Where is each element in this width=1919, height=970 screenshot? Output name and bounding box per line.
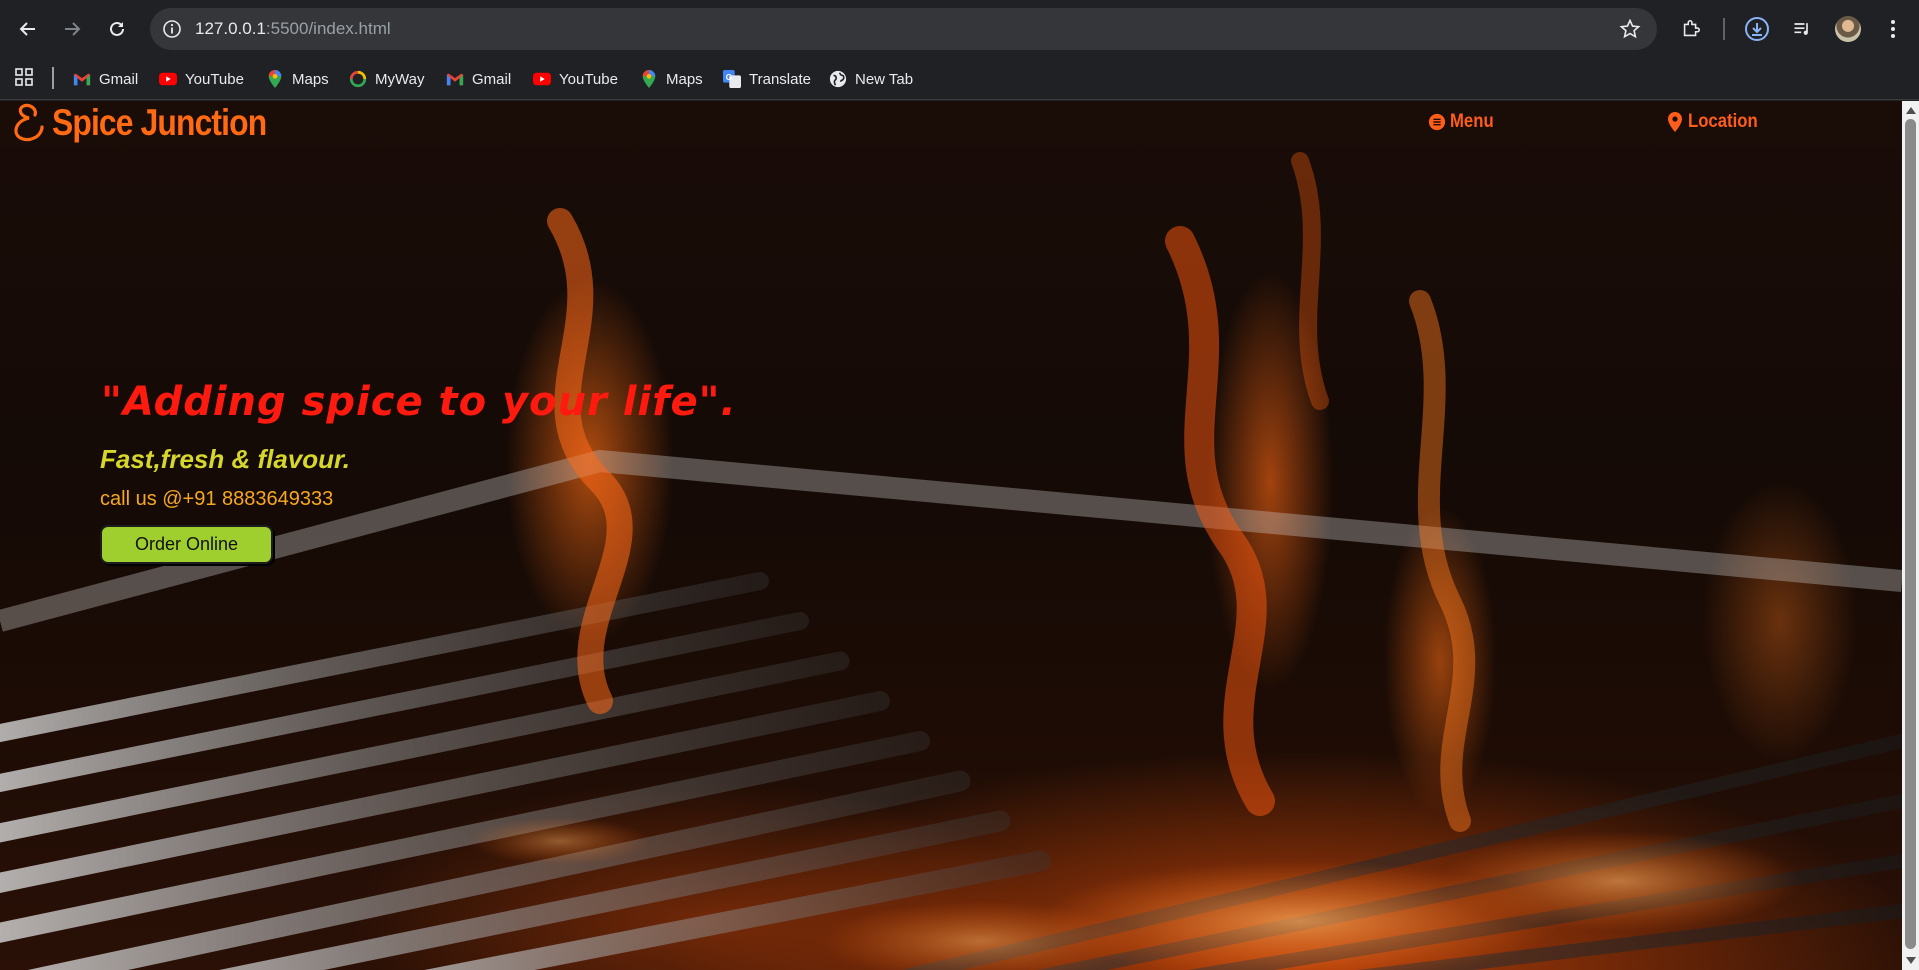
bookmark-label: YouTube (185, 70, 244, 88)
logo-mark-icon (14, 103, 44, 142)
back-button[interactable] (12, 13, 44, 45)
bookmark-youtube-2[interactable]: YouTube (533, 66, 618, 92)
bookmark-myway[interactable]: MyWay (349, 66, 424, 92)
browser-menu-button[interactable] (1880, 16, 1906, 42)
bookmark-gmail[interactable]: Gmail (73, 66, 138, 92)
forward-button[interactable] (56, 13, 88, 45)
extensions-button[interactable] (1678, 16, 1704, 42)
location-pin-icon (1668, 112, 1682, 132)
nav-location-link[interactable]: Location (1666, 111, 1767, 133)
maps-icon (642, 70, 656, 88)
globe-icon (829, 70, 847, 88)
bookmark-youtube[interactable]: YouTube (159, 66, 244, 92)
hero-section: Spice Junction Menu Location "Adding spi… (0, 101, 1902, 970)
scroll-up-arrow-icon[interactable] (1906, 107, 1916, 114)
bookmark-label: New Tab (855, 70, 914, 88)
brand-name: Spice Junction (52, 102, 267, 143)
apps-grid-icon[interactable] (14, 67, 34, 87)
url-host: 127.0.0.1 (195, 19, 266, 38)
phone-contact: call us @+91 8883649333 (100, 488, 334, 510)
media-control-button[interactable] (1789, 16, 1815, 42)
bookmark-label: YouTube (559, 70, 618, 88)
bookmark-gmail-2[interactable]: Gmail (446, 66, 511, 92)
hero-subtagline: Fast,fresh & flavour. (100, 444, 350, 474)
address-bar[interactable]: 127.0.0.1:5500/index.html (150, 8, 1657, 50)
bookmark-label: Translate (749, 70, 811, 88)
bookmarks-bar: Gmail YouTube Maps MyWay Gmail YouTube M… (0, 58, 1919, 100)
svg-text:G: G (726, 73, 732, 82)
menu-list-icon (1428, 113, 1446, 131)
gmail-icon (446, 73, 464, 86)
page-scrollbar[interactable] (1902, 101, 1919, 970)
puzzle-icon (1683, 19, 1701, 37)
order-online-button[interactable]: Order Online (100, 525, 273, 564)
maps-icon (268, 70, 282, 88)
nav-location-label: Location (1688, 111, 1758, 132)
downloads-button[interactable] (1744, 16, 1770, 42)
bookmark-maps[interactable]: Maps (266, 66, 329, 92)
hero-tagline: "Adding spice to your life". (101, 379, 737, 425)
youtube-icon (159, 72, 177, 86)
bookmark-star-icon[interactable] (1619, 18, 1641, 40)
url-path: :5500/index.html (265, 19, 391, 38)
kebab-menu-icon (1891, 20, 1895, 38)
scrollbar-thumb[interactable] (1905, 119, 1916, 949)
gmail-icon (73, 73, 91, 86)
nav-menu-label: Menu (1450, 111, 1494, 132)
nav-menu-link[interactable]: Menu (1428, 111, 1500, 133)
myway-icon (349, 70, 367, 88)
bookmarks-divider (52, 67, 54, 89)
bookmark-label: MyWay (375, 70, 425, 88)
grill-background-image (0, 152, 1902, 970)
bookmark-label: Gmail (472, 70, 512, 88)
youtube-icon (533, 72, 551, 86)
arrow-left-icon (19, 22, 35, 36)
reload-icon (110, 21, 124, 36)
bookmark-new-tab[interactable]: New Tab (829, 66, 913, 92)
bookmark-label: Maps (666, 70, 703, 88)
profile-avatar[interactable] (1835, 16, 1861, 42)
site-logo[interactable]: Spice Junction (8, 101, 301, 145)
url-text[interactable]: 127.0.0.1:5500/index.html (195, 19, 391, 39)
download-icon (1745, 17, 1769, 41)
bookmark-label: Gmail (99, 70, 139, 88)
reload-button[interactable] (101, 13, 133, 45)
site-info-icon[interactable] (162, 19, 182, 39)
scroll-down-arrow-icon[interactable] (1906, 957, 1916, 964)
bookmark-maps-2[interactable]: Maps (640, 66, 703, 92)
toolbar-divider (1723, 18, 1725, 40)
playlist-icon (1794, 23, 1808, 35)
translate-icon: G (723, 70, 741, 88)
browser-toolbar: 127.0.0.1:5500/index.html (0, 0, 1919, 58)
bookmark-label: Maps (292, 70, 329, 88)
bookmark-translate[interactable]: G Translate (723, 66, 811, 92)
arrow-right-icon (65, 22, 81, 36)
